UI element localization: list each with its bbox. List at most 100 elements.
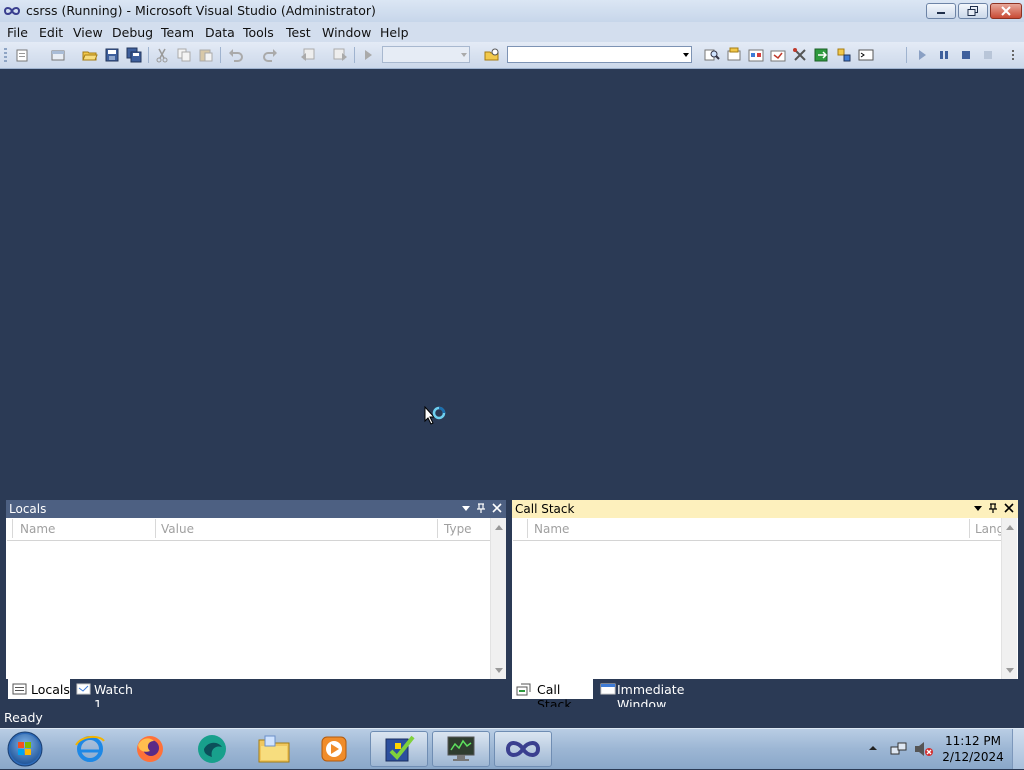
export-icon[interactable]: [814, 47, 830, 63]
menu-help[interactable]: Help: [380, 25, 409, 40]
find-in-files-icon[interactable]: [704, 47, 720, 63]
object-browser-icon[interactable]: [748, 47, 764, 63]
tab-call-stack[interactable]: Call Stack: [512, 679, 593, 712]
solution-explorer-icon[interactable]: [484, 47, 500, 63]
menu-data[interactable]: Data: [205, 25, 235, 40]
taskbar-checklist-app[interactable]: [370, 731, 428, 767]
editor-workspace: [0, 69, 1024, 496]
system-clock[interactable]: 11:12 PM 2/12/2024: [940, 733, 1006, 765]
column-header-language[interactable]: Lang: [975, 522, 1004, 536]
scroll-down-icon[interactable]: [1006, 668, 1014, 673]
taskbar-file-explorer[interactable]: [246, 731, 302, 767]
cut-icon[interactable]: [154, 47, 170, 63]
taskbar-internet-explorer[interactable]: [62, 731, 118, 767]
minimize-button[interactable]: [926, 3, 956, 19]
toolbar-separator: [906, 47, 907, 63]
menu-edit[interactable]: Edit: [39, 25, 63, 40]
firefox-icon: [137, 736, 163, 762]
column-separator[interactable]: [437, 519, 438, 538]
new-project-icon[interactable]: [14, 47, 30, 63]
tab-watch-1[interactable]: Watch 1: [72, 679, 144, 712]
break-all-icon[interactable]: [936, 47, 952, 63]
column-header-name[interactable]: Name: [20, 522, 55, 536]
taskbar-visual-studio[interactable]: [494, 731, 552, 767]
taskbar-media-player[interactable]: [306, 731, 362, 767]
column-separator[interactable]: [155, 519, 156, 538]
redo-icon[interactable]: [262, 47, 278, 63]
tools-icon[interactable]: [792, 47, 808, 63]
tab-immediate-window[interactable]: Immediate Window: [596, 679, 736, 712]
solution-configuration-dropdown[interactable]: [382, 46, 470, 63]
pin-icon[interactable]: [987, 502, 999, 514]
save-icon[interactable]: [104, 47, 120, 63]
undo-icon[interactable]: [228, 47, 244, 63]
column-separator: [527, 519, 528, 538]
save-all-icon[interactable]: [126, 47, 142, 63]
pin-icon[interactable]: [475, 502, 487, 514]
paste-icon[interactable]: [198, 47, 214, 63]
menu-view[interactable]: View: [73, 25, 103, 40]
toolbar-overflow-icon[interactable]: [1006, 47, 1022, 63]
toolbox-icon[interactable]: [770, 47, 786, 63]
start-debugging-icon[interactable]: [360, 47, 376, 63]
window-position-icon[interactable]: [460, 502, 472, 514]
menu-tools[interactable]: Tools: [243, 25, 274, 40]
column-header-value[interactable]: Value: [161, 522, 194, 536]
column-header-name[interactable]: Name: [534, 522, 569, 536]
tab-locals[interactable]: Locals: [8, 679, 70, 699]
menu-test[interactable]: Test: [286, 25, 311, 40]
toolbar-grip[interactable]: [4, 48, 7, 62]
volume-muted-icon[interactable]: [914, 741, 934, 757]
call-stack-scrollbar[interactable]: [1001, 518, 1017, 679]
title-bar: csrss (Running) - Microsoft Visual Studi…: [0, 0, 1024, 23]
status-bar: Ready: [0, 707, 1024, 728]
call-stack-panel: Call Stack Name Lang: [512, 500, 1018, 679]
find-combo-box[interactable]: [507, 46, 692, 63]
show-hidden-icons-icon[interactable]: [868, 743, 878, 753]
column-separator[interactable]: [969, 519, 970, 538]
menu-team[interactable]: Team: [161, 25, 194, 40]
window-position-icon[interactable]: [972, 502, 984, 514]
visual-studio-icon: [506, 741, 540, 757]
add-item-icon[interactable]: [50, 47, 66, 63]
properties-window-icon[interactable]: [726, 47, 742, 63]
open-file-icon[interactable]: [82, 47, 98, 63]
monitor-icon: [447, 736, 475, 761]
taskbar-app[interactable]: [184, 731, 240, 767]
call-stack-column-headers: Name Lang: [513, 518, 1004, 541]
scroll-up-icon[interactable]: [1006, 525, 1014, 530]
close-icon: [1001, 6, 1011, 16]
network-icon[interactable]: [890, 741, 908, 757]
column-header-type[interactable]: Type: [444, 522, 472, 536]
taskbar-firefox[interactable]: [122, 731, 178, 767]
immediate-window-icon: [600, 683, 616, 695]
scroll-down-icon[interactable]: [495, 668, 503, 673]
start-button[interactable]: [6, 731, 46, 767]
menu-debug[interactable]: Debug: [112, 25, 153, 40]
show-desktop-button[interactable]: [1012, 729, 1024, 769]
close-icon[interactable]: [491, 502, 503, 514]
continue-icon[interactable]: [914, 47, 930, 63]
stop-debugging-icon[interactable]: [958, 47, 974, 63]
call-stack-icon: [516, 683, 531, 696]
restore-button[interactable]: [958, 3, 988, 19]
locals-scrollbar[interactable]: [490, 518, 506, 679]
close-button[interactable]: [990, 3, 1022, 19]
locals-panel-header: Locals: [6, 500, 506, 518]
navigate-backward-icon[interactable]: [300, 47, 316, 63]
close-icon[interactable]: [1003, 502, 1015, 514]
busy-cursor-icon: [424, 406, 446, 425]
command-window-icon[interactable]: [858, 47, 874, 63]
restart-icon[interactable]: [980, 47, 996, 63]
tab-label: Locals: [31, 682, 70, 697]
file-explorer-icon: [258, 735, 290, 763]
menu-file[interactable]: File: [7, 25, 28, 40]
copy-icon[interactable]: [176, 47, 192, 63]
app-icon: [198, 735, 226, 763]
class-view-icon[interactable]: [836, 47, 852, 63]
navigate-forward-icon[interactable]: [332, 47, 348, 63]
locals-column-headers: Name Value Type: [7, 518, 490, 541]
scroll-up-icon[interactable]: [495, 525, 503, 530]
menu-window[interactable]: Window: [322, 25, 371, 40]
taskbar-monitor-app[interactable]: [432, 731, 490, 767]
